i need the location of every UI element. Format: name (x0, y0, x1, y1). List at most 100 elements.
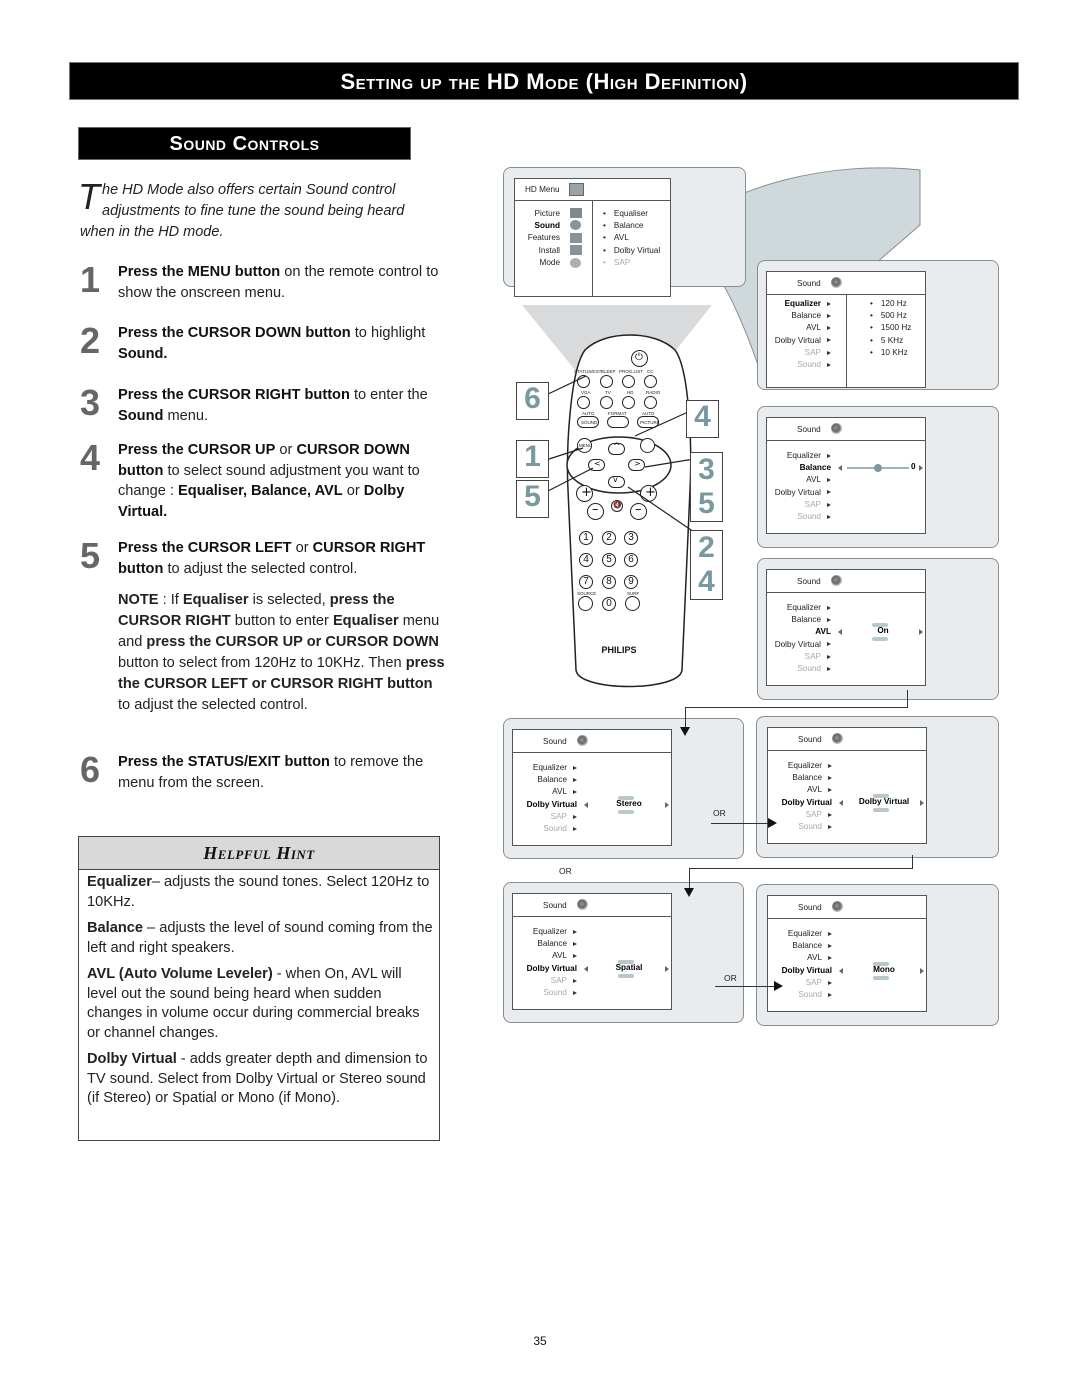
menu-item-sap: SAP (767, 499, 831, 511)
menu-item-avl[interactable]: AVL (768, 784, 832, 796)
menu-item-balance[interactable]: Balance (513, 774, 577, 786)
menu-item-balance[interactable]: Balance (767, 462, 831, 474)
hd-menu-item-sound[interactable]: Sound (515, 220, 560, 232)
band-5khz[interactable]: 5 KHz (870, 335, 911, 347)
callout-step-2: 2 (698, 531, 715, 564)
hd-menu-screen: HD Menu Picture Sound Features Install M… (514, 178, 671, 297)
menu-item-dolby-virtual[interactable]: Dolby Virtual (513, 799, 577, 811)
hint-term: Balance (87, 920, 143, 936)
dolby-spatial-panel: Sound Equalizer Balance AVL Dolby Virtual SAP… (503, 882, 744, 1023)
bold-text: Press the STATUS/EXIT button (118, 754, 330, 770)
value-down-indicator-icon (873, 807, 889, 812)
step-2: 2 Press the CURSOR DOWN button to highli… (80, 320, 445, 364)
menu-item-dolby-virtual[interactable]: Dolby Virtual (768, 797, 832, 809)
menu-item-equalizer[interactable]: Equalizer (768, 928, 832, 940)
menu-item-equalizer[interactable]: Equalizer (767, 602, 831, 614)
selected-value: Mono (873, 964, 895, 974)
or-label: OR (713, 808, 726, 818)
sound-header: Sound (768, 728, 926, 751)
power-icon: ⏻ (635, 352, 643, 363)
menu-item-sap: SAP (767, 651, 831, 663)
menu-item-equalizer[interactable]: Equalizer (513, 762, 577, 774)
band-500hz[interactable]: 500 Hz (870, 310, 911, 322)
dolby-stereo-panel: Sound Equalizer Balance AVL Dolby Virtual SAP… (503, 718, 744, 859)
value-right-arrow-icon[interactable] (920, 799, 924, 806)
body-text: : If (158, 592, 183, 608)
band-1500hz[interactable]: 1500 Hz (870, 322, 912, 334)
bold-text: Sound (118, 407, 164, 424)
menu-item-balance[interactable]: Balance (768, 772, 832, 784)
value-down-indicator-icon (618, 973, 634, 978)
hd-menu-item-features[interactable]: Features (515, 232, 560, 244)
menu-item-avl[interactable]: AVL (513, 950, 577, 962)
intro-paragraph: The HD Mode also offers certain Sound co… (78, 179, 425, 243)
page-title-bar: Setting up the HD Mode (High Definition) (69, 62, 1019, 100)
value-left-arrow-icon[interactable] (839, 967, 843, 974)
value-left-arrow-icon[interactable] (584, 965, 588, 972)
value-left-arrow-icon[interactable] (839, 799, 843, 806)
menu-item-equalizer[interactable]: Equalizer (513, 926, 577, 938)
value-left-arrow-icon[interactable] (838, 465, 842, 472)
submenu-item-avl[interactable]: AVL (603, 232, 660, 244)
helpful-hint-box: Helpful Hint Equalizer– adjusts the soun… (78, 836, 440, 1141)
power-button[interactable]: ⏻ (631, 350, 648, 367)
menu-item-avl[interactable]: AVL (767, 474, 831, 486)
value-left-arrow-icon[interactable] (838, 629, 842, 636)
value-right-arrow-icon[interactable] (920, 967, 924, 974)
menu-item-dolby-virtual[interactable]: Dolby Virtual (768, 965, 832, 977)
menu-item-dolby-virtual[interactable]: Dolby Virtual (767, 639, 831, 651)
hd-menu-list: Picture Sound Features Install Mode (515, 208, 560, 269)
hd-menu-item-picture[interactable]: Picture (515, 208, 560, 220)
sound-menu-list: Equalizer Balance AVL Dolby Virtual SAP … (767, 298, 831, 371)
flow-arrow-right (768, 818, 777, 828)
step-4: 4 Press the CURSOR UP or CURSOR DOWN but… (80, 438, 445, 522)
menu-item-avl[interactable]: AVL (767, 322, 831, 334)
speaker-icon (832, 733, 843, 744)
menu-item-dolby-virtual[interactable]: Dolby Virtual (767, 487, 831, 499)
menu-item-sound: Sound (767, 511, 831, 523)
speaker-icon (831, 575, 842, 586)
flow-line (685, 707, 686, 729)
menu-item-avl[interactable]: AVL (767, 626, 831, 638)
mode-icon (570, 257, 581, 268)
menu-item-equalizer[interactable]: Equalizer (768, 760, 832, 772)
balance-slider-knob[interactable] (874, 464, 882, 473)
value-right-arrow-icon[interactable] (919, 465, 923, 472)
menu-item-balance[interactable]: Balance (768, 940, 832, 952)
hd-menu-item-install[interactable]: Install (515, 245, 560, 257)
submenu-item-dolby-virtual[interactable]: Dolby Virtual (603, 245, 660, 257)
menu-item-equalizer[interactable]: Equalizer (767, 298, 831, 310)
menu-item-balance[interactable]: Balance (767, 310, 831, 322)
sound-menu-list: Equalizer Balance AVL Dolby Virtual SAP Sound (767, 602, 831, 675)
menu-item-equalizer[interactable]: Equalizer (767, 450, 831, 462)
sound-title: Sound (543, 901, 567, 910)
value-left-arrow-icon[interactable] (584, 801, 588, 808)
menu-item-sap: SAP (513, 975, 577, 987)
menu-item-dolby-virtual[interactable]: Dolby Virtual (767, 335, 831, 347)
menu-item-dolby-virtual[interactable]: Dolby Virtual (513, 963, 577, 975)
value-right-arrow-icon[interactable] (665, 965, 669, 972)
value-right-arrow-icon[interactable] (665, 801, 669, 808)
menu-item-balance[interactable]: Balance (513, 938, 577, 950)
selected-value: Spatial (615, 962, 643, 972)
dolby-mono-screen: Sound Equalizer Balance AVL Dolby Virtual SAP… (767, 895, 927, 1012)
submenu-item-equaliser[interactable]: Equaliser (603, 208, 660, 220)
menu-item-balance[interactable]: Balance (767, 614, 831, 626)
band-120hz[interactable]: 120 Hz (870, 298, 911, 310)
value-right-arrow-icon[interactable] (919, 629, 923, 636)
band-10khz[interactable]: 10 KHz (870, 347, 911, 359)
body-text: or (275, 442, 297, 458)
step-number: 2 (80, 320, 101, 361)
callout-step-2-4: 2 4 (690, 530, 723, 600)
submenu-item-balance[interactable]: Balance (603, 220, 660, 232)
bold-text: Press the CURSOR UP (118, 442, 276, 458)
sound-title: Sound (798, 735, 822, 744)
callout-step-3-5: 3 5 (690, 452, 723, 522)
page-title: Setting up the HD Mode (High Definition) (340, 69, 748, 94)
step-5: 5 Press the CURSOR LEFT or CURSOR RIGHT … (80, 536, 445, 579)
menu-item-avl[interactable]: AVL (513, 786, 577, 798)
equaliser-note: NOTE : If Equaliser is selected, press t… (118, 590, 448, 716)
sound-menu-list: Equalizer Balance AVL Dolby Virtual SAP Sound (768, 760, 832, 833)
menu-item-avl[interactable]: AVL (768, 952, 832, 964)
hd-menu-item-mode[interactable]: Mode (515, 257, 560, 269)
